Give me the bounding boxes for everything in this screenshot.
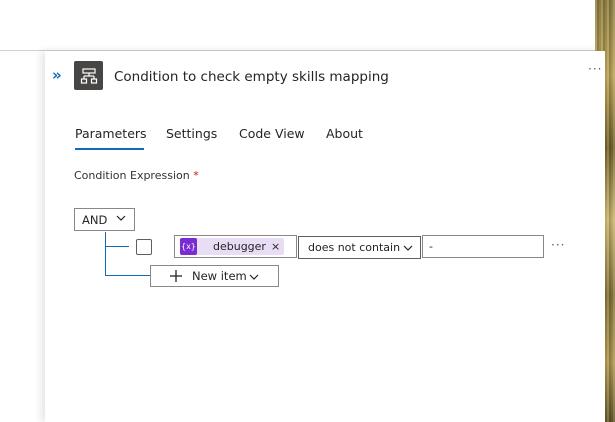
tab-about[interactable]: About [326,126,363,141]
variable-token[interactable]: {x} debugger × [180,238,285,255]
operator-dropdown[interactable]: does not contain [298,236,421,259]
variable-icon: {x} [180,238,197,255]
chevron-down-icon [403,245,413,251]
right-operand-input[interactable]: - [422,235,544,258]
chevron-down-icon [116,215,126,221]
row-more-button[interactable]: ··· [551,238,565,252]
new-item-label: New item [192,269,247,283]
token-remove-icon[interactable]: × [271,240,280,253]
tree-connector-row [105,246,129,247]
panel-title[interactable]: Condition to check empty skills mapping [114,69,389,85]
condition-icon [74,61,103,90]
condition-glyph [80,67,97,84]
left-operand-input[interactable]: {x} debugger × [174,235,297,258]
operator-value: does not contain [308,241,401,254]
group-operator-dropdown[interactable]: AND [74,208,135,231]
tab-parameters[interactable]: Parameters [75,126,147,141]
required-marker: * [193,169,199,182]
designer-canvas [0,51,45,422]
selected-tab-indicator [75,148,144,150]
app-header-area [0,0,595,51]
group-operator-value: AND [82,212,108,227]
collapse-panel-icon[interactable]: » [52,66,62,84]
row-select-checkbox[interactable] [136,239,152,255]
condition-expression-label: Condition Expression * [74,169,199,182]
tab-code-view[interactable]: Code View [239,126,305,141]
tree-connector-vertical [105,232,106,276]
tree-connector-new-item [105,275,150,276]
condition-expression-text: Condition Expression [74,169,190,182]
new-item-button[interactable]: New item [150,265,279,287]
panel-more-button[interactable]: ··· [588,62,602,76]
plus-icon [170,270,182,282]
tab-settings[interactable]: Settings [166,126,217,141]
right-operand-value: - [429,240,433,253]
chevron-down-icon [249,274,259,280]
token-label: debugger [213,240,266,253]
